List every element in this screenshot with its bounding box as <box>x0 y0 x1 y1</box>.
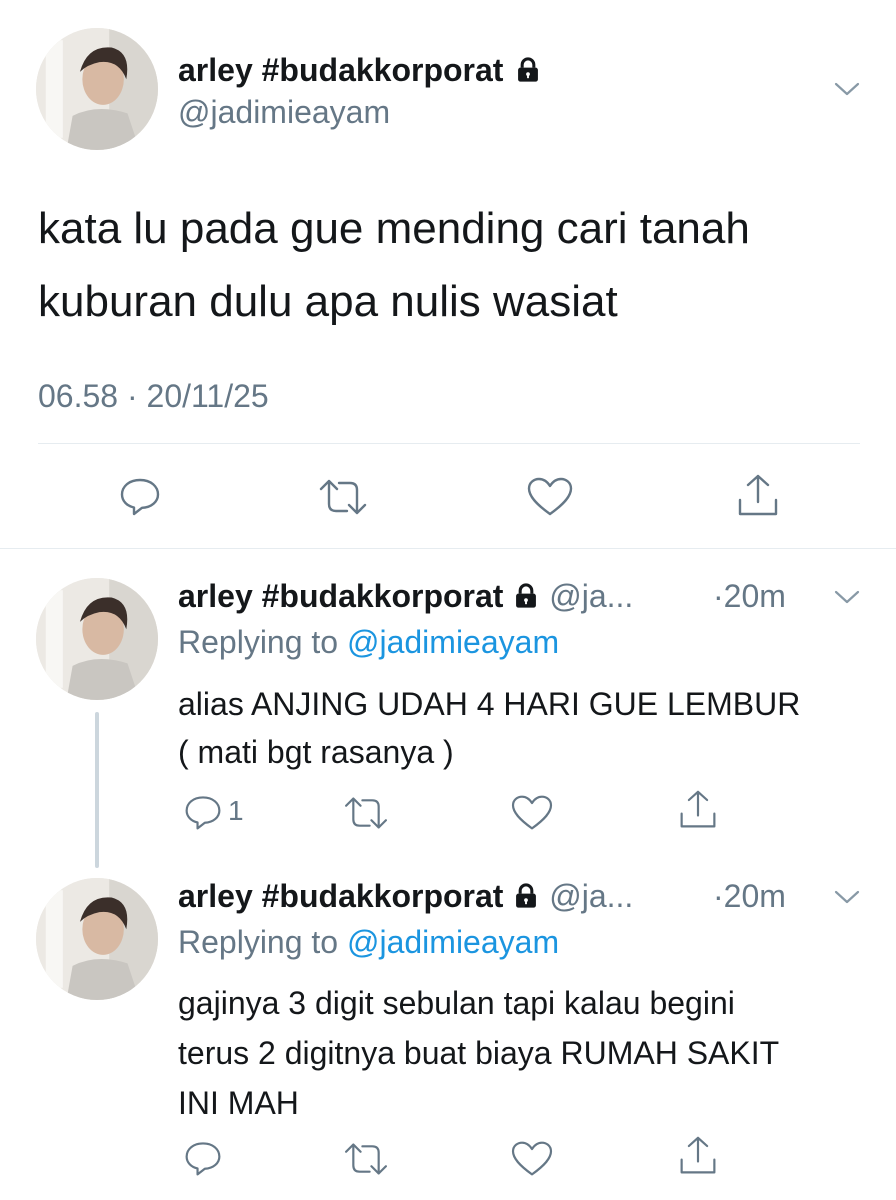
replying-to: Replying to @jadimieayam <box>178 624 560 660</box>
reply-icon[interactable] <box>183 1138 223 1178</box>
mention-link[interactable]: @jadimieayam <box>347 924 559 960</box>
reply-icon[interactable] <box>118 474 162 518</box>
share-icon[interactable] <box>678 788 718 832</box>
reply-count: 1 <box>228 795 244 826</box>
chevron-down-icon[interactable] <box>832 886 862 908</box>
lock-icon <box>514 53 542 93</box>
reply-text: gajinya 3 digit sebulan tapi kalau begin… <box>178 985 780 1121</box>
retweet-icon[interactable] <box>342 1140 390 1178</box>
retweet-icon[interactable] <box>317 476 369 518</box>
handle[interactable]: @ja... <box>549 878 633 914</box>
like-icon[interactable] <box>510 794 554 832</box>
like-icon[interactable] <box>510 1140 554 1178</box>
lock-icon <box>512 879 540 919</box>
avatar[interactable] <box>36 578 158 700</box>
lock-icon <box>512 579 540 619</box>
like-icon[interactable] <box>526 476 574 518</box>
display-name[interactable]: arley #budakkorporat <box>178 50 542 93</box>
display-name[interactable]: arley #budakkorporat <box>178 878 503 914</box>
reply-time[interactable]: ·20m <box>713 576 786 616</box>
display-name[interactable]: arley #budakkorporat <box>178 578 503 614</box>
chevron-down-icon[interactable] <box>832 78 862 100</box>
share-icon[interactable] <box>678 1134 718 1178</box>
share-icon[interactable] <box>736 472 780 520</box>
tweet-timestamp[interactable]: 06.58 · 20/11/25 <box>38 376 269 416</box>
divider <box>38 443 860 444</box>
avatar[interactable] <box>36 878 158 1000</box>
divider <box>0 548 896 549</box>
reply-text: alias ANJING UDAH 4 HARI GUE LEMBUR ( ma… <box>178 686 801 770</box>
thread-line <box>95 712 99 868</box>
reply-time[interactable]: ·20m <box>713 876 786 916</box>
reply-icon[interactable] <box>183 792 223 832</box>
retweet-icon[interactable] <box>342 794 390 832</box>
mention-link[interactable]: @jadimieayam <box>347 624 559 660</box>
replying-to: Replying to @jadimieayam <box>178 924 560 960</box>
handle[interactable]: @ja... <box>549 578 633 614</box>
avatar[interactable] <box>36 28 158 150</box>
tweet-text: kata lu pada gue mending cari tanah kubu… <box>38 204 750 326</box>
handle[interactable]: @jadimieayam <box>178 93 390 131</box>
chevron-down-icon[interactable] <box>832 586 862 608</box>
